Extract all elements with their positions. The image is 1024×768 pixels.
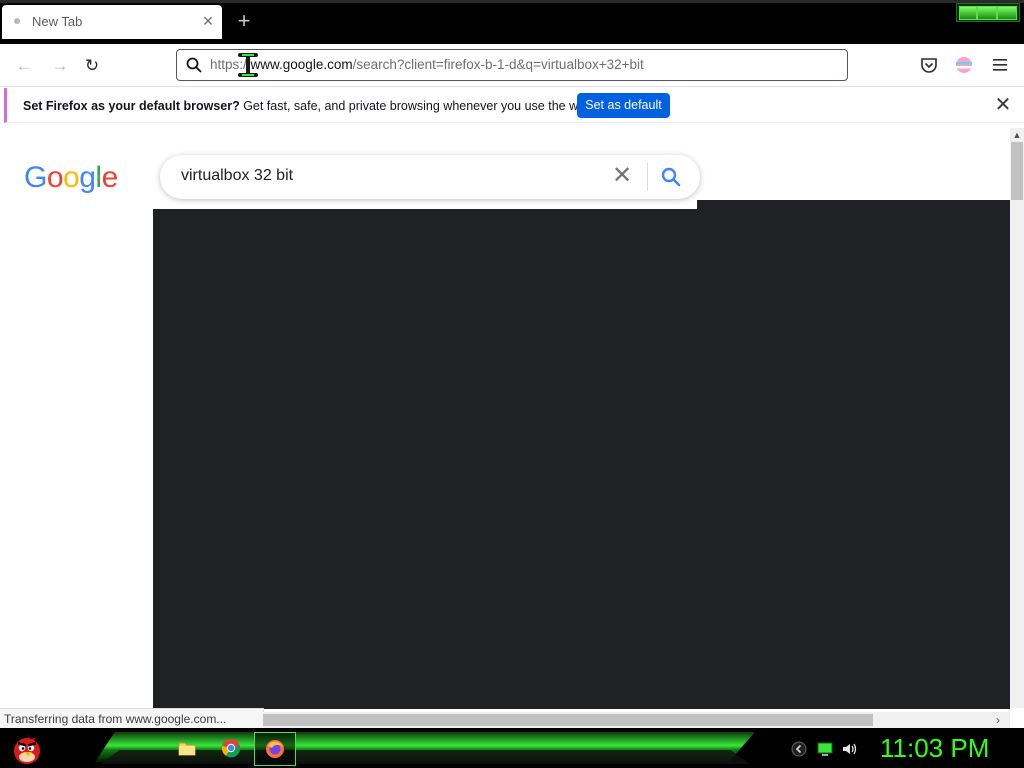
navigation-bar: ← → ↻ https://www.google.com/search?clie… — [0, 44, 1024, 87]
tab-strip-topline — [0, 0, 1024, 3]
logo-letter: G — [24, 161, 47, 194]
url-host: www.google.com — [250, 57, 353, 72]
notification-bold: Set Firefox as your default browser? — [23, 99, 240, 113]
page-content: Google virtualbox 32 bit ✕ — [0, 128, 1010, 709]
google-logo[interactable]: Google — [24, 161, 118, 195]
scroll-right-arrow-icon[interactable]: › — [996, 713, 1000, 727]
taskbar: 11:03 PM — [0, 728, 1024, 768]
minimize-button[interactable] — [959, 6, 977, 20]
account-avatar-icon[interactable] — [953, 54, 975, 76]
text-cursor-icon — [238, 53, 258, 77]
address-bar[interactable]: https://www.google.com/search?client=fir… — [176, 49, 848, 81]
url-path: /search?client=firefox-b-1-d&q=virtualbo… — [352, 57, 644, 72]
scroll-up-arrow-icon[interactable]: ▲ — [1010, 128, 1024, 142]
tab-close-icon[interactable]: × — [198, 10, 218, 32]
folder-icon[interactable] — [176, 737, 198, 759]
pocket-icon[interactable] — [918, 54, 940, 76]
window-controls[interactable] — [956, 3, 1020, 22]
volume-icon[interactable] — [841, 741, 857, 757]
horizontal-scroll-thumb[interactable] — [263, 714, 873, 726]
back-button[interactable]: ← — [12, 54, 36, 78]
tab-strip: New Tab × + — [0, 0, 1024, 44]
search-icon — [186, 57, 202, 73]
set-as-default-button[interactable]: Set as default — [577, 93, 670, 118]
notification-text: Get fast, safe, and private browsing whe… — [239, 99, 596, 113]
status-text: Transferring data from www.google.com... — [4, 712, 227, 726]
logo-letter: o — [63, 161, 80, 194]
logo-letter: g — [79, 161, 96, 194]
logo-letter: e — [101, 161, 119, 194]
taskbar-clock[interactable]: 11:03 PM — [880, 733, 989, 764]
horizontal-scrollbar[interactable]: › — [263, 712, 1010, 728]
status-bar: Transferring data from www.google.com... — [0, 708, 264, 729]
search-divider — [647, 163, 648, 191]
notification-message: Set Firefox as your default browser? Get… — [23, 99, 595, 113]
search-submit-icon[interactable] — [659, 165, 683, 189]
reload-button[interactable]: ↻ — [80, 54, 104, 78]
tray-arrow-icon[interactable] — [791, 741, 807, 757]
angry-bird-start-icon[interactable] — [8, 730, 46, 766]
clear-search-icon[interactable]: ✕ — [610, 164, 634, 188]
url-text: https://www.google.com/search?client=fir… — [210, 57, 644, 72]
search-query[interactable]: virtualbox 32 bit — [181, 167, 293, 185]
tab-title: New Tab — [32, 14, 83, 29]
menu-icon[interactable] — [989, 54, 1011, 76]
new-tab-button[interactable]: + — [232, 9, 256, 33]
vertical-scroll-thumb[interactable] — [1011, 142, 1023, 200]
notification-close-icon[interactable]: ✕ — [992, 94, 1014, 116]
default-browser-notification: Set Firefox as your default browser? Get… — [4, 88, 1024, 123]
tab-favicon-icon — [14, 18, 20, 24]
search-box[interactable]: virtualbox 32 bit ✕ — [160, 155, 700, 199]
maximize-button[interactable] — [977, 6, 997, 20]
close-window-button[interactable] — [997, 6, 1017, 20]
tab-new-tab[interactable]: New Tab × — [2, 5, 222, 39]
forward-button[interactable]: → — [48, 54, 72, 78]
vertical-scrollbar[interactable]: ▲ — [1010, 128, 1024, 708]
network-monitor-icon[interactable] — [817, 741, 833, 757]
firefox-taskbar-button[interactable] — [254, 732, 296, 766]
loading-overlay-right — [697, 200, 1010, 709]
firefox-icon — [266, 740, 284, 758]
loading-overlay — [153, 209, 697, 709]
chrome-icon[interactable] — [220, 737, 242, 759]
logo-letter: o — [46, 161, 64, 194]
